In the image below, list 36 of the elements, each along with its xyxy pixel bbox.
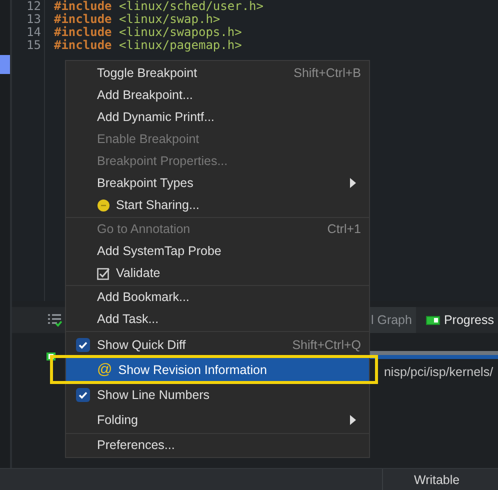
- code-line: #include <linux/sched/user.h>: [54, 0, 264, 13]
- checkbox-icon: [97, 266, 110, 280]
- menu-item[interactable]: Validate: [66, 262, 369, 284]
- line-number: 12: [26, 0, 41, 13]
- menu-item[interactable]: Add SystemTap Probe: [66, 240, 369, 262]
- menu-item[interactable]: Add Dynamic Printf...: [66, 106, 369, 128]
- menu-item[interactable]: Folding: [66, 407, 369, 432]
- menu-item[interactable]: Add Breakpoint...: [66, 84, 369, 106]
- submenu-arrow-icon: [350, 178, 356, 188]
- shortcut-label: Shift+Ctrl+Q: [292, 338, 361, 352]
- task-list-icon[interactable]: [47, 313, 62, 327]
- checkbox[interactable]: [76, 388, 90, 402]
- line-number: 15: [26, 39, 41, 52]
- code-line: #include <linux/swapops.h>: [54, 26, 243, 39]
- submenu-arrow-icon: [350, 414, 356, 424]
- panel-tab[interactable]: Progress: [422, 307, 498, 333]
- line-number: 14: [26, 26, 41, 39]
- menu-item[interactable]: Show Line Numbers: [66, 382, 369, 407]
- code-line: #include <linux/pagemap.h>: [54, 39, 243, 52]
- sharing-icon: [97, 198, 110, 212]
- code-line: #include <linux/swap.h>: [54, 13, 222, 26]
- shortcut-label: Ctrl+1: [327, 222, 361, 236]
- file-path: nisp/pci/isp/kernels/: [384, 365, 494, 379]
- checkbox[interactable]: [76, 338, 90, 352]
- menu-item[interactable]: Breakpoint Types: [66, 172, 369, 194]
- status-text: Writable: [414, 473, 460, 487]
- shortcut-label: Shift+Ctrl+B: [294, 66, 361, 80]
- line-number: 13: [26, 13, 41, 26]
- menu-item[interactable]: Preferences...: [66, 434, 369, 456]
- menu-item[interactable]: Add Task...: [66, 308, 369, 330]
- menu-item[interactable]: Start Sharing...: [66, 194, 369, 216]
- at-sign-icon: @: [97, 361, 112, 378]
- menu-item[interactable]: @ Show Revision Information: [66, 357, 369, 382]
- menu-item[interactable]: Show Quick Diff Shift+Ctrl+Q: [66, 332, 369, 357]
- menu-item[interactable]: Toggle Breakpoint Shift+Ctrl+B: [66, 62, 369, 84]
- menu-item[interactable]: Add Bookmark...: [66, 286, 369, 308]
